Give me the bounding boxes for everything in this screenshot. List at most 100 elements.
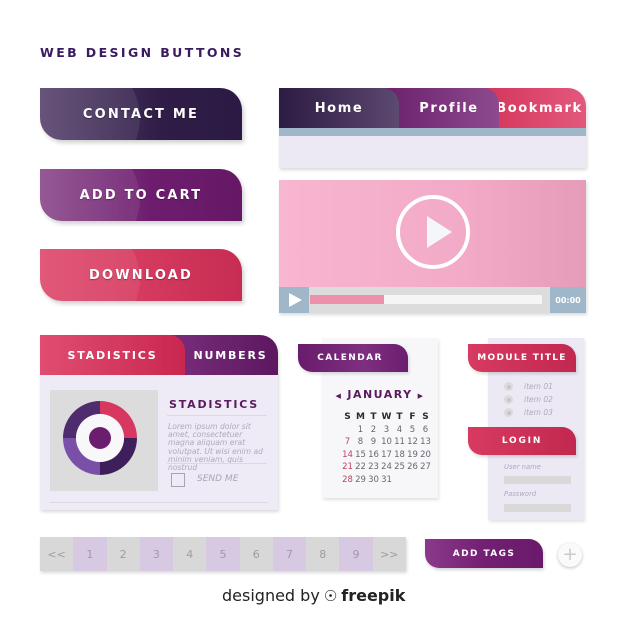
tab-home[interactable]: Home	[279, 88, 399, 128]
radio-icon[interactable]	[504, 408, 513, 417]
credit: designed by ☉ freepik	[222, 586, 405, 605]
radio-label: item 01	[524, 382, 553, 391]
video-time: 00:00	[550, 287, 586, 313]
radio-item[interactable]: item 03	[504, 408, 553, 417]
video-progress-fill	[310, 295, 385, 304]
calendar-day[interactable]: 18	[393, 450, 406, 461]
contact-me-label: CONTACT ME	[82, 106, 200, 122]
calendar-month-nav: ◀ JANUARY ▶	[322, 388, 438, 401]
calendar-empty	[406, 475, 419, 486]
calendar-empty	[393, 475, 406, 486]
page-number[interactable]: 8	[306, 537, 340, 571]
calendar-day[interactable]: 1	[354, 425, 367, 436]
tab-underline-bar	[279, 128, 586, 136]
page-number[interactable]: 7	[272, 537, 307, 571]
module-title-tab: MODULE TITLE	[468, 344, 576, 372]
freepik-logo-icon: ☉	[323, 586, 338, 605]
calendar-day[interactable]: 9	[367, 437, 380, 448]
calendar-month: JANUARY	[347, 388, 413, 401]
login-tab: LOGIN	[468, 427, 576, 455]
calendar-day[interactable]: 8	[354, 437, 367, 448]
page-number[interactable]: 3	[139, 537, 174, 571]
calendar-day[interactable]: 27	[419, 462, 432, 473]
calendar-day[interactable]: 14	[341, 450, 354, 461]
calendar-day[interactable]: 11	[393, 437, 406, 448]
radio-item[interactable]: item 01	[504, 382, 553, 391]
play-circle-icon[interactable]	[396, 195, 470, 269]
calendar-day[interactable]: 4	[393, 425, 406, 436]
radio-icon[interactable]	[504, 382, 513, 391]
calendar-day[interactable]: 29	[354, 475, 367, 486]
calendar-day[interactable]: 7	[341, 437, 354, 448]
day-header: F	[409, 412, 416, 422]
username-label: User name	[504, 463, 541, 471]
calendar-day[interactable]: 13	[419, 437, 432, 448]
calendar-day[interactable]: 20	[419, 450, 432, 461]
password-input[interactable]	[504, 504, 571, 512]
calendar-day[interactable]: 28	[341, 475, 354, 486]
day-header: W	[381, 412, 392, 422]
send-me-label: SEND ME	[197, 474, 239, 484]
donut-chart	[63, 401, 137, 475]
page-next[interactable]: >>	[372, 537, 406, 571]
page-number[interactable]: 2	[106, 537, 140, 571]
add-to-cart-button[interactable]: ADD TO CART	[40, 169, 242, 221]
tab-stadistics[interactable]: STADISTICS	[40, 335, 185, 375]
radio-item[interactable]: item 02	[504, 395, 553, 404]
calendar-day[interactable]: 21	[341, 462, 354, 473]
page-number[interactable]: 4	[173, 537, 207, 571]
calendar-empty	[341, 425, 354, 436]
day-header: S	[344, 412, 351, 422]
calendar-day[interactable]: 2	[367, 425, 380, 436]
calendar-grid: S M T W T F S 1 2 3 4 5 6 7 8 9 10 11 12 13 14 15 16 17 18 19 20 21…	[341, 412, 432, 486]
credit-brand: freepik	[341, 586, 406, 605]
calendar-day[interactable]: 16	[367, 450, 380, 461]
day-header: S	[422, 412, 429, 422]
stats-heading: STADISTICS	[169, 398, 260, 411]
calendar-day[interactable]: 30	[367, 475, 380, 486]
send-me-checkbox[interactable]	[171, 473, 185, 487]
calendar-day[interactable]: 23	[367, 462, 380, 473]
statistics-panel: STADISTICS NUMBERS STADISTICS Lorem ipsu…	[40, 335, 278, 510]
page-prev[interactable]: <<	[40, 537, 74, 571]
video-progress-bar[interactable]	[310, 295, 542, 304]
calendar-day[interactable]: 19	[406, 450, 419, 461]
page-number[interactable]: 9	[339, 537, 373, 571]
donut-chart-box	[50, 390, 158, 491]
play-icon[interactable]	[279, 287, 309, 313]
calendar-day[interactable]: 31	[380, 475, 393, 486]
day-header: T	[370, 412, 377, 422]
add-tags-button[interactable]: ADD TAGS	[425, 539, 543, 568]
calendar-day[interactable]: 12	[406, 437, 419, 448]
calendar-day[interactable]: 3	[380, 425, 393, 436]
calendar-day[interactable]: 15	[354, 450, 367, 461]
password-label: Password	[504, 490, 537, 498]
page-number[interactable]: 5	[206, 537, 240, 571]
contact-me-button[interactable]: CONTACT ME	[40, 88, 242, 140]
next-month-icon[interactable]: ▶	[418, 392, 425, 400]
plus-icon[interactable]: +	[558, 543, 582, 567]
calendar-day[interactable]: 22	[354, 462, 367, 473]
calendar-tab: CALENDAR	[298, 344, 408, 372]
calendar-day[interactable]: 10	[380, 437, 393, 448]
add-to-cart-label: ADD TO CART	[79, 187, 203, 203]
calendar-day[interactable]: 24	[380, 462, 393, 473]
username-input[interactable]	[504, 476, 571, 484]
calendar-empty	[419, 475, 432, 486]
nav-tabs-widget: Home Profile Bookmark	[279, 88, 586, 168]
pagination: << 1 2 3 4 5 6 7 8 9 >>	[40, 537, 406, 571]
page-number[interactable]: 6	[239, 537, 273, 571]
calendar-day[interactable]: 26	[406, 462, 419, 473]
calendar-day[interactable]: 25	[393, 462, 406, 473]
page-title: WEB DESIGN BUTTONS	[40, 45, 245, 60]
radio-icon[interactable]	[504, 395, 513, 404]
stats-description: Lorem ipsum dolor sit amet, consectetuer…	[168, 422, 263, 473]
calendar-day[interactable]: 17	[380, 450, 393, 461]
prev-month-icon[interactable]: ◀	[335, 392, 342, 400]
calendar-day[interactable]: 5	[406, 425, 419, 436]
download-button[interactable]: DOWNLOAD	[40, 249, 242, 301]
calendar-day[interactable]: 6	[419, 425, 432, 436]
page-number[interactable]: 1	[73, 537, 107, 571]
day-header: M	[356, 412, 365, 422]
credit-prefix: designed by	[222, 586, 320, 605]
